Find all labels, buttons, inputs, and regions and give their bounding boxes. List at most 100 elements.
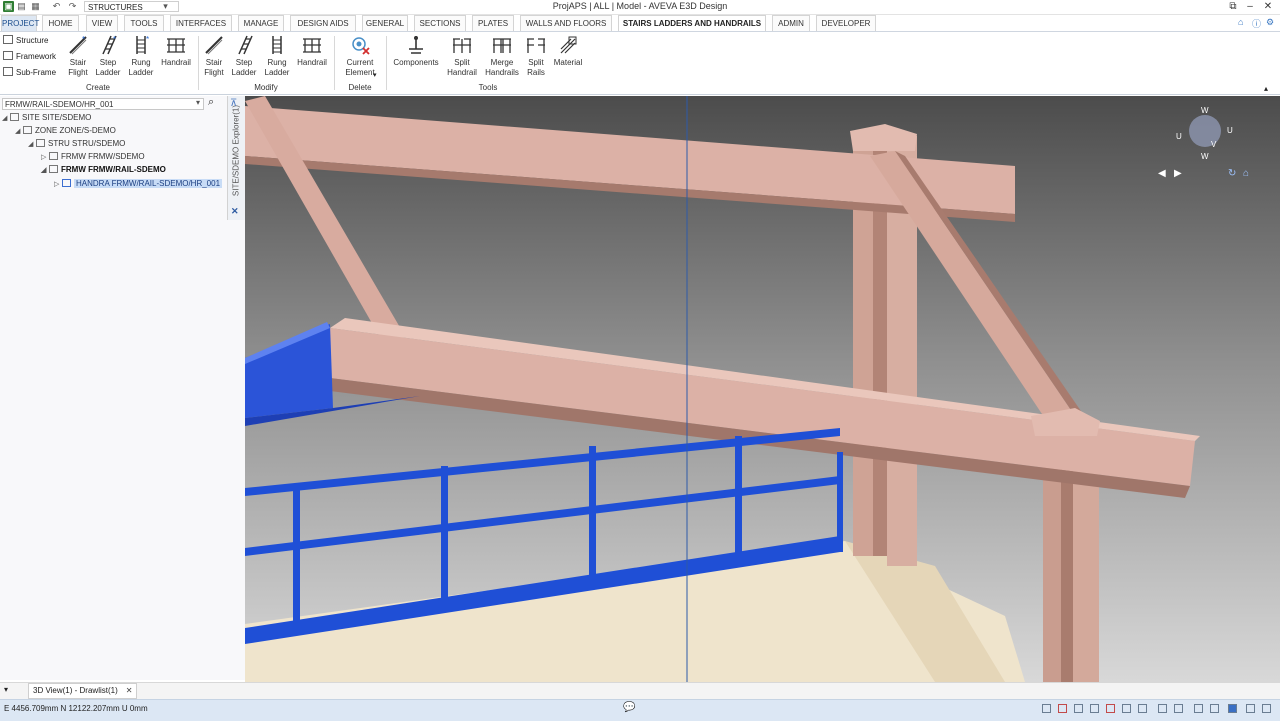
tree-item-site[interactable]: ◢ SITE SITE/SDEMO	[2, 112, 91, 124]
clip-icon[interactable]	[1058, 704, 1067, 713]
chevron-down-icon[interactable]: ▾	[160, 1, 171, 12]
chevron-down-icon[interactable]: ▾	[4, 685, 8, 694]
modify-handrail-button[interactable]: Handrail	[294, 34, 330, 68]
tree-item-stru[interactable]: ◢ STRU STRU/SDEMO	[28, 138, 125, 150]
expand-icon[interactable]: ▷	[54, 179, 62, 191]
tab-general[interactable]: GENERAL	[362, 15, 408, 31]
help-icon[interactable]: ⓘ	[1252, 17, 1261, 30]
tree-item-label: ZONE ZONE/S-DEMO	[35, 126, 116, 135]
tab-3d-view[interactable]: 3D View(1) - Drawlist(1) ✕	[28, 683, 138, 699]
split-rails-button[interactable]: Split Rails	[522, 34, 550, 78]
collapse-icon[interactable]: ◢	[41, 165, 49, 177]
navcube-label: W	[1201, 152, 1209, 161]
view-navigator[interactable]: W U U V W	[1174, 105, 1236, 161]
tab-tools[interactable]: TOOLS	[124, 15, 164, 31]
walk-icon[interactable]	[1158, 704, 1167, 713]
tab-interfaces[interactable]: INTERFACES	[170, 15, 232, 31]
create-step-ladder-button[interactable]: * Step Ladder	[94, 34, 122, 78]
navcube-label: U	[1227, 126, 1233, 135]
chevron-down-icon[interactable]: ▾	[373, 71, 377, 79]
tab-sections[interactable]: SECTIONS	[414, 15, 466, 31]
tab-manage[interactable]: MANAGE	[238, 15, 284, 31]
save-icon[interactable]: ▤	[16, 1, 27, 12]
collapse-icon[interactable]: ◢	[2, 113, 10, 125]
path-input[interactable]: FRMW/RAIL-SDEMO/HR_001	[2, 98, 204, 110]
tab-view[interactable]: VIEW	[86, 15, 118, 31]
ribbon-structure[interactable]: Structure	[3, 35, 48, 47]
snap-icon[interactable]	[1042, 704, 1051, 713]
pin-icon[interactable]: ⌂	[1238, 17, 1243, 27]
undo-icon[interactable]: ↶	[51, 1, 62, 12]
tab-admin[interactable]: ADMIN	[772, 15, 810, 31]
divider	[198, 36, 199, 90]
explorer-side-tab[interactable]: SITE/SDEMO Explorer(1)	[227, 96, 245, 220]
fullscreen-icon[interactable]	[1262, 704, 1271, 713]
pan-icon[interactable]	[1122, 704, 1131, 713]
tree-item-handrail[interactable]: ▷ HANDRA FRMW/RAIL-SDEMO/HR_001	[54, 178, 223, 191]
ribbon-framework[interactable]: Framework	[3, 51, 56, 63]
redo-icon[interactable]: ↷	[67, 1, 78, 12]
ribbon-sub-frame[interactable]: Sub-Frame	[3, 67, 56, 79]
tab-design-aids[interactable]: DESIGN AIDS	[290, 15, 356, 31]
rung-ladder-icon	[272, 36, 282, 54]
settings-icon[interactable]: ⚙	[1266, 17, 1274, 28]
split-handrail-button[interactable]: Split Handrail	[446, 34, 478, 78]
grid-layout-icon[interactable]	[1228, 704, 1237, 713]
tab-project[interactable]: PROJECT	[1, 15, 39, 31]
restore-icon[interactable]: ⧉	[1227, 1, 1239, 13]
tree-item-frmw[interactable]: ▷ FRMW FRMW/SDEMO	[41, 151, 145, 163]
modify-rung-ladder-button[interactable]: Rung Ladder	[262, 34, 292, 78]
material-button[interactable]: Material	[552, 34, 584, 68]
settings-icon[interactable]	[1246, 704, 1255, 713]
tab-plates[interactable]: PLATES	[472, 15, 514, 31]
close-icon[interactable]: ✕	[1262, 1, 1274, 13]
rung-ladder-icon: *	[136, 35, 149, 54]
modify-stair-flight-button[interactable]: Stair Flight	[200, 34, 228, 78]
home-view-icon[interactable]: ⌂	[1243, 168, 1249, 179]
3d-viewport[interactable]	[245, 96, 1280, 682]
svg-text:*: *	[146, 35, 149, 44]
merge-handrails-button[interactable]: Merge Handrails	[482, 34, 522, 78]
minimize-icon[interactable]: –	[1244, 1, 1256, 13]
create-stair-flight-button[interactable]: * Stair Flight	[64, 34, 92, 78]
grid-icon[interactable]	[1074, 704, 1083, 713]
tools-group-label: Tools	[478, 83, 498, 92]
sub-frame-label: Sub-Frame	[16, 68, 57, 77]
model-scene[interactable]	[245, 96, 1280, 682]
refresh-view-icon[interactable]: ↻	[1228, 168, 1236, 179]
tab-developer[interactable]: DEVELOPER	[816, 15, 876, 31]
modify-step-ladder-button[interactable]: Step Ladder	[230, 34, 258, 78]
components-icon	[409, 36, 423, 54]
components-button[interactable]: Components	[390, 34, 442, 68]
collapse-icon[interactable]: ◢	[15, 126, 23, 138]
tree-item-frmw-rail[interactable]: ◢ FRMW FRMW/RAIL-SDEMO	[41, 164, 166, 176]
axes-icon[interactable]	[1090, 704, 1099, 713]
delete-group-label: Delete	[348, 83, 372, 92]
layout-icon[interactable]	[1210, 704, 1219, 713]
pin-icon[interactable]: ⊼	[230, 98, 237, 109]
chat-icon[interactable]: 💬	[623, 702, 635, 713]
structure-icon	[3, 35, 13, 44]
close-icon[interactable]: ✕	[126, 686, 133, 695]
save-work-icon[interactable]: ▦	[30, 1, 41, 12]
measure-icon[interactable]	[1106, 704, 1115, 713]
tab-home[interactable]: HOME	[42, 15, 79, 31]
collapse-ribbon-icon[interactable]: ▴	[1264, 84, 1268, 93]
collapse-icon[interactable]: ◢	[28, 139, 36, 151]
create-handrail-button[interactable]: Handrail	[158, 34, 194, 68]
create-rung-ladder-button[interactable]: * Rung Ladder	[126, 34, 156, 78]
fit-icon[interactable]	[1174, 704, 1183, 713]
close-icon[interactable]: ✕	[231, 206, 239, 217]
tab-walls-and-floors[interactable]: WALLS AND FLOORS	[520, 15, 612, 31]
view-icon[interactable]	[1194, 704, 1203, 713]
chevron-down-icon[interactable]: ▾	[196, 98, 200, 107]
rotate-right-icon[interactable]: ▶	[1174, 168, 1182, 179]
tree-item-zone[interactable]: ◢ ZONE ZONE/S-DEMO	[15, 125, 116, 137]
handrail-label: Handrail	[297, 58, 327, 67]
tab-stairs-ladders-handrails[interactable]: STAIRS LADDERS AND HANDRAILS	[618, 15, 766, 31]
expand-icon[interactable]: ▷	[41, 152, 49, 164]
stair-flight-icon: *	[69, 35, 87, 55]
zoom-icon[interactable]	[1138, 704, 1147, 713]
rotate-left-icon[interactable]: ◀	[1158, 168, 1166, 179]
search-icon[interactable]: ⌕	[208, 96, 214, 109]
